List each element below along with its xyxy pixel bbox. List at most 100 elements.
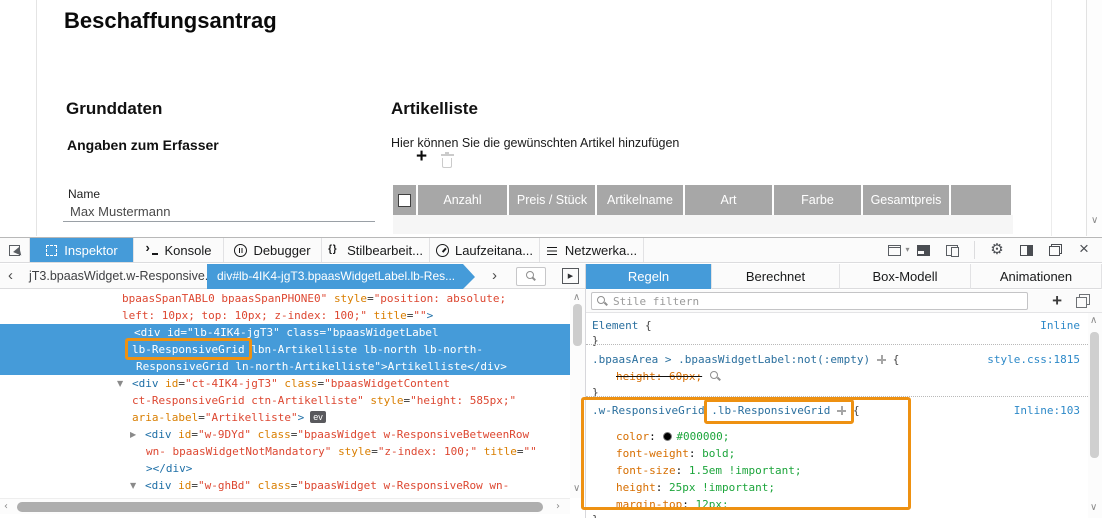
rules-vertical-scroll-thumb[interactable]: [1090, 332, 1099, 458]
sidebar-tab-berechnet[interactable]: Berechnet: [712, 264, 840, 289]
css-prop-row[interactable]: color: #000000;: [616, 429, 1080, 444]
markup-horizontal-scrollbar[interactable]: ‹ ›: [0, 498, 570, 514]
filter-overridden-icon[interactable]: [710, 371, 721, 382]
sidebar-tab-animationen[interactable]: Animationen: [971, 264, 1102, 289]
separate-window-button[interactable]: [1047, 242, 1063, 258]
css-declaration[interactable]: height: 60px;: [616, 370, 702, 383]
css-declaration[interactable]: margin-top: 12px;: [616, 498, 729, 511]
split-console-button[interactable]: [915, 242, 931, 258]
css-declaration[interactable]: font-size: 1.5em !important;: [616, 464, 801, 477]
css-open-row[interactable]: .w-ResponsiveGrid .lb-ResponsiveGrid { In…: [592, 403, 1080, 418]
property-name: height: [616, 370, 656, 383]
tab-label: Konsole: [165, 243, 212, 258]
table-header-column[interactable]: Anzahl: [418, 185, 507, 215]
collapse-arrow-icon[interactable]: ▼: [130, 481, 136, 490]
markup-horizontal-scroll-thumb[interactable]: [17, 502, 543, 512]
table-header-column[interactable]: Gesamtpreis: [863, 185, 949, 215]
dock-side-button[interactable]: [1018, 242, 1034, 258]
node-picker-button[interactable]: [0, 238, 30, 262]
markup-scroll-up-icon[interactable]: ∧: [573, 293, 580, 303]
rules-vertical-scrollbar[interactable]: ∧ ∨: [1088, 313, 1102, 518]
expand-arrow-icon[interactable]: ▶: [130, 430, 136, 439]
table-header-column[interactable]: Farbe: [774, 185, 861, 215]
add-rule-button[interactable]: +: [1052, 291, 1062, 311]
table-header-column[interactable]: Artikelname: [597, 185, 683, 215]
close-button[interactable]: [1076, 242, 1092, 258]
color-swatch[interactable]: [663, 432, 672, 441]
devtools-tab-performance[interactable]: Laufzeitana...: [430, 238, 540, 262]
add-article-icon[interactable]: [416, 149, 432, 165]
markup-vertical-scroll-thumb[interactable]: [573, 304, 582, 346]
select-all-checkbox[interactable]: [398, 194, 411, 207]
devtools-tab-debugger[interactable]: Debugger: [224, 238, 322, 262]
markup-scroll-right-icon[interactable]: ›: [556, 502, 560, 512]
rules-scroll-up-icon[interactable]: ∧: [1090, 316, 1097, 326]
expand-pane-button[interactable]: [562, 268, 579, 284]
devtools-tab-styleeditor[interactable]: Stilbearbeit...: [322, 238, 430, 262]
stylesheet-link[interactable]: style.css:1815: [987, 352, 1080, 367]
event-badge[interactable]: ev: [310, 411, 326, 423]
markup-scroll-down-icon[interactable]: ∨: [573, 484, 580, 494]
breadcrumb-selected[interactable]: div#lb-4IK4-jgT3.bpaasWidgetLabel.lb-Res…: [207, 264, 463, 289]
css-prop-row[interactable]: height: 60px;: [616, 369, 1080, 384]
css-declaration[interactable]: height: 25px !important;: [616, 481, 775, 494]
markup-line[interactable]: ▶<div id="w-9DYd" class="bpaasWidget w-R…: [0, 426, 570, 443]
collapse-arrow-icon[interactable]: ▼: [117, 379, 123, 388]
responsive-mode-button[interactable]: [944, 242, 960, 258]
markup-line[interactable]: <div id="lb-4IK4-jgT3" class="bpaasWidge…: [0, 324, 570, 341]
css-open-row[interactable]: .bpaasArea > .bpaasWidgetLabel:not(:empt…: [592, 352, 1080, 367]
column-label: Artikelname: [607, 193, 673, 207]
sidebar-tab-box-modell[interactable]: Box-Modell: [840, 264, 971, 289]
style-filter-input[interactable]: Stile filtern: [591, 292, 1028, 310]
page-scroll-down-icon[interactable]: ∨: [1091, 216, 1098, 226]
markup-line[interactable]: ct-ResponsiveGrid ctn-Artikelliste" styl…: [0, 392, 570, 409]
markup-line[interactable]: bpaasSpanTABL0 bpaasSpanPHONE0" style="p…: [0, 290, 570, 307]
search-html-button[interactable]: [516, 267, 546, 286]
settings-gear-button[interactable]: [989, 242, 1005, 258]
css-prop-row[interactable]: font-size: 1.5em !important;: [616, 463, 1080, 478]
markup-line[interactable]: ▼<div id="w-ghBd" class="bpaasWidget w-R…: [0, 477, 570, 494]
css-selector[interactable]: Element: [592, 319, 638, 332]
stylesheet-link[interactable]: Inline: [1040, 318, 1080, 333]
highlight-element-icon[interactable]: [877, 355, 886, 364]
page-scrollbar[interactable]: ∨: [1086, 0, 1102, 236]
markup-line[interactable]: left: 10px; top: 10px; z-index: 100;" ti…: [0, 307, 570, 324]
css-declaration[interactable]: font-weight: bold;: [616, 447, 735, 460]
markup-line[interactable]: wn- bpaasWidgetNotMandatory" style="z-in…: [0, 443, 570, 460]
css-close-row[interactable]: }: [592, 385, 1080, 400]
markup-line[interactable]: lb-ResponsiveGrid lbn-Artikelliste lb-no…: [0, 341, 570, 358]
markup-line[interactable]: ▼<div id="ct-4IK4-jgT3" class="bpaasWidg…: [0, 375, 570, 392]
markup-vertical-scrollbar[interactable]: ∧ ∨: [570, 290, 585, 498]
css-selector[interactable]: .w-ResponsiveGrid .lb-ResponsiveGrid: [592, 404, 830, 417]
devtools-tab-console[interactable]: Konsole: [134, 238, 224, 262]
css-close-row[interactable]: }: [592, 512, 1080, 518]
breadcrumb-scroll-left-icon[interactable]: ‹: [8, 267, 13, 284]
sidebar-tab-regeln[interactable]: Regeln: [586, 264, 712, 289]
markup-line[interactable]: ResponsiveGrid ln-north-Artikelliste">Ar…: [0, 358, 570, 375]
css-declaration[interactable]: color: #000000;: [616, 430, 729, 443]
markup-scroll-left-icon[interactable]: ‹: [4, 502, 8, 512]
breadcrumb-parent[interactable]: jT3.bpaasWidget.w-Responsive...: [29, 269, 215, 283]
table-header-column[interactable]: Preis / Stück: [509, 185, 595, 215]
css-close-row[interactable]: }: [592, 333, 1080, 348]
markup-line[interactable]: ></div>: [0, 460, 570, 477]
css-open-row[interactable]: Element {Inline: [592, 318, 1080, 333]
stylesheet-link[interactable]: Inline:103: [1014, 403, 1080, 418]
devtools-tab-network[interactable]: Netzwerka...: [540, 238, 644, 262]
highlight-element-icon[interactable]: [837, 406, 846, 415]
css-prop-row[interactable]: font-weight: bold;: [616, 446, 1080, 461]
pseudo-class-panel-icon[interactable]: [1076, 294, 1090, 308]
markup-line[interactable]: aria-label="Artikelliste">ev: [0, 409, 570, 426]
breadcrumb-scroll-right-icon[interactable]: ›: [492, 267, 497, 284]
css-prop-row[interactable]: height: 25px !important;: [616, 480, 1080, 495]
table-header-column[interactable]: Art: [685, 185, 772, 215]
devtools-tab-inspector[interactable]: Inspektor: [30, 238, 134, 262]
css-prop-row[interactable]: margin-top: 12px;: [616, 497, 1080, 512]
css-selector[interactable]: .bpaasArea > .bpaasWidgetLabel:not(:empt…: [592, 353, 870, 366]
open-brace: {: [846, 404, 859, 417]
rules-scroll-down-icon[interactable]: ∨: [1090, 503, 1097, 513]
page-left-border: [36, 0, 37, 236]
frame-select-button[interactable]: [886, 242, 902, 258]
name-input[interactable]: Max Mustermann: [70, 204, 170, 219]
delete-article-icon[interactable]: [442, 158, 452, 168]
